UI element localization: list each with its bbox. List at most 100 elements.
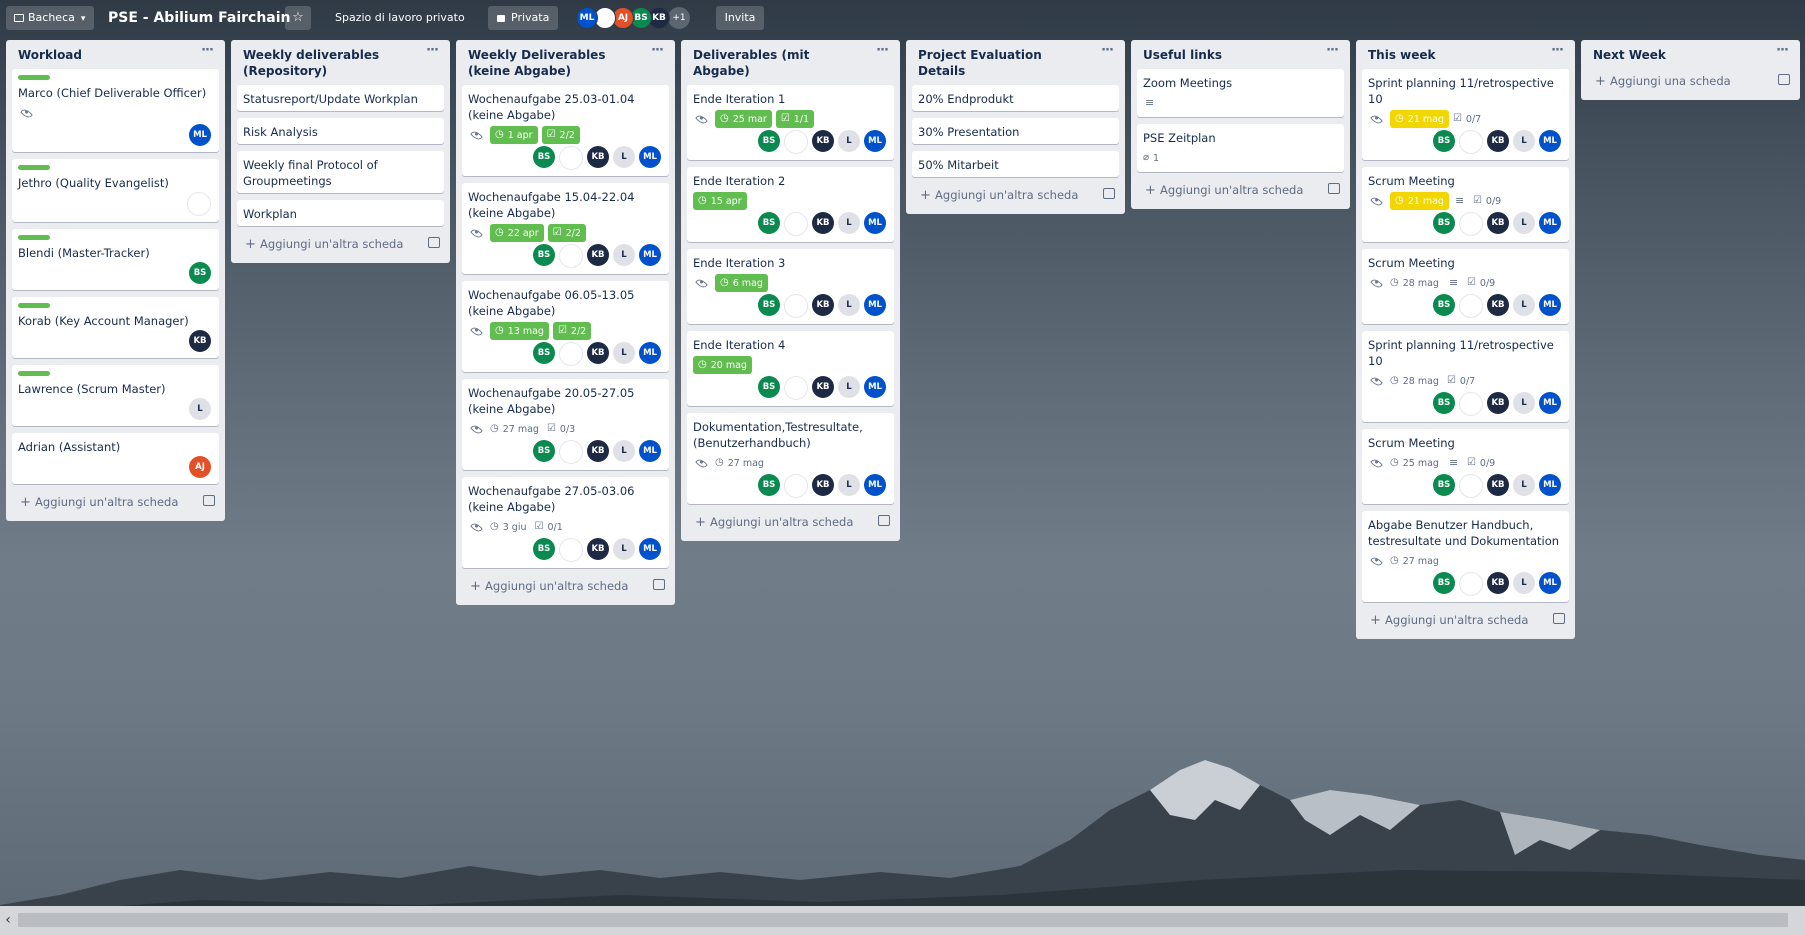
more-icon[interactable]: ··· bbox=[422, 44, 442, 62]
member-avatar[interactable]: ML bbox=[639, 440, 661, 462]
member-avatar[interactable] bbox=[559, 342, 583, 366]
card[interactable]: Dokumentation,Testresultate, (Benutzerha… bbox=[687, 413, 894, 504]
member-avatar[interactable]: KB bbox=[812, 212, 834, 234]
more-icon[interactable]: ··· bbox=[1322, 44, 1342, 62]
card[interactable]: PSE Zeitplan ⌀ 1 bbox=[1137, 124, 1344, 172]
member-avatar[interactable]: AJ bbox=[189, 456, 211, 478]
card[interactable]: Ende Iteration 3 ◷ 6 mag BS KB L ML bbox=[687, 249, 894, 324]
member-avatar[interactable]: L bbox=[838, 130, 860, 152]
card[interactable]: 20% Endprodukt bbox=[912, 85, 1119, 111]
card-template-icon[interactable] bbox=[203, 495, 215, 506]
member-avatar[interactable]: L bbox=[1513, 294, 1535, 316]
member-avatar[interactable]: KB bbox=[1487, 474, 1509, 496]
member-avatar[interactable]: BS bbox=[758, 294, 780, 316]
member-avatar[interactable] bbox=[784, 130, 808, 154]
more-icon[interactable]: ··· bbox=[1772, 44, 1792, 62]
member-avatar[interactable] bbox=[1459, 294, 1483, 318]
member-avatar[interactable]: ML bbox=[864, 474, 886, 496]
list-header[interactable]: Workload ··· bbox=[12, 40, 219, 69]
member-avatar[interactable]: ML bbox=[1539, 474, 1561, 496]
member-avatar[interactable] bbox=[559, 538, 583, 562]
due-date-badge[interactable]: ◷ 27 mag bbox=[490, 420, 539, 438]
card[interactable]: Workplan bbox=[237, 200, 444, 226]
member-avatar[interactable]: ML bbox=[639, 146, 661, 168]
member-avatar[interactable]: ML bbox=[1539, 392, 1561, 414]
card[interactable]: Scrum Meeting ◷ 21 mag ≡ ☑ 0/9 BS KB L ML bbox=[1362, 167, 1569, 242]
due-date-badge[interactable]: ◷ 28 mag bbox=[1390, 372, 1439, 390]
member-avatar[interactable]: ML bbox=[1539, 572, 1561, 594]
member-avatar[interactable]: KB bbox=[812, 294, 834, 316]
add-card-button[interactable]: + Aggiungi un'altra scheda bbox=[237, 233, 444, 255]
card[interactable]: Wochenaufgabe 27.05-03.06 (keine Abgabe)… bbox=[462, 477, 669, 568]
more-icon[interactable]: ··· bbox=[1097, 44, 1117, 62]
card[interactable]: Wochenaufgabe 20.05-27.05 (keine Abgabe)… bbox=[462, 379, 669, 470]
member-avatar[interactable]: BS bbox=[533, 440, 555, 462]
card-label-green[interactable] bbox=[18, 235, 50, 240]
due-date-badge[interactable]: ◷ 22 apr bbox=[490, 224, 544, 242]
member-avatar[interactable]: L bbox=[1513, 572, 1535, 594]
star-button[interactable]: ☆ bbox=[285, 6, 311, 30]
member-avatar[interactable]: L bbox=[838, 212, 860, 234]
member-avatar[interactable]: L bbox=[613, 440, 635, 462]
member-avatar[interactable]: L bbox=[613, 342, 635, 364]
card-label-green[interactable] bbox=[18, 371, 50, 376]
more-members-badge[interactable]: +1 bbox=[668, 7, 690, 29]
card-label-green[interactable] bbox=[18, 165, 50, 170]
member-avatar[interactable]: KB bbox=[1487, 392, 1509, 414]
card-label-green[interactable] bbox=[18, 303, 50, 308]
boards-menu-button[interactable]: Bacheca ▾ bbox=[6, 6, 94, 30]
add-card-button[interactable]: + Aggiungi un'altra scheda bbox=[1362, 609, 1569, 631]
member-avatar[interactable]: BS bbox=[758, 212, 780, 234]
member-avatar[interactable]: KB bbox=[812, 474, 834, 496]
card[interactable]: 50% Mitarbeit bbox=[912, 151, 1119, 177]
member-avatar[interactable]: KB bbox=[1487, 130, 1509, 152]
member-avatar[interactable]: ML bbox=[864, 376, 886, 398]
more-icon[interactable]: ··· bbox=[872, 44, 892, 62]
member-avatar[interactable] bbox=[187, 192, 211, 216]
member-avatar[interactable] bbox=[784, 376, 808, 400]
card-template-icon[interactable] bbox=[1328, 183, 1340, 194]
list-header[interactable]: This week ··· bbox=[1362, 40, 1569, 69]
card-template-icon[interactable] bbox=[1553, 613, 1565, 624]
more-icon[interactable]: ··· bbox=[197, 44, 217, 62]
card[interactable]: Sprint planning 11/retrospective 10 ◷ 21 m… bbox=[1362, 69, 1569, 160]
add-card-button[interactable]: + Aggiungi un'altra scheda bbox=[462, 575, 669, 597]
member-avatar[interactable]: BS bbox=[1433, 130, 1455, 152]
add-card-button[interactable]: + Aggiungi un'altra scheda bbox=[912, 184, 1119, 206]
card[interactable]: Blendi (Master-Tracker) BS bbox=[12, 229, 219, 290]
card[interactable]: Ende Iteration 2 ◷ 15 apr BS KB L ML bbox=[687, 167, 894, 242]
member-avatar[interactable]: KB bbox=[189, 330, 211, 352]
invite-button[interactable]: Invita bbox=[716, 6, 764, 30]
card-template-icon[interactable] bbox=[1103, 188, 1115, 199]
due-date-badge[interactable]: ◷ 1 apr bbox=[490, 126, 538, 144]
member-avatar[interactable]: BS bbox=[758, 130, 780, 152]
visibility-button[interactable]: Privata bbox=[488, 6, 558, 30]
member-avatar[interactable]: L bbox=[189, 398, 211, 420]
member-avatar[interactable]: KB bbox=[812, 130, 834, 152]
member-avatar[interactable]: ML bbox=[1539, 294, 1561, 316]
member-avatar[interactable]: BS bbox=[1433, 572, 1455, 594]
card[interactable]: Scrum Meeting ◷ 25 mag ≡ ☑ 0/9 BS KB L ML bbox=[1362, 429, 1569, 504]
member-avatar[interactable]: ML bbox=[639, 244, 661, 266]
due-date-badge[interactable]: ◷ 21 mag bbox=[1390, 110, 1449, 128]
due-date-badge[interactable]: ◷ 20 mag bbox=[693, 356, 752, 374]
due-date-badge[interactable]: ◷ 27 mag bbox=[715, 454, 764, 472]
member-avatar[interactable]: ML bbox=[864, 294, 886, 316]
member-avatar[interactable]: ML bbox=[1539, 130, 1561, 152]
member-avatar[interactable]: BS bbox=[1433, 392, 1455, 414]
scrollbar-thumb[interactable] bbox=[18, 913, 1788, 927]
member-avatar[interactable]: KB bbox=[812, 376, 834, 398]
member-avatar[interactable]: BS bbox=[1433, 294, 1455, 316]
member-avatar[interactable]: L bbox=[1513, 392, 1535, 414]
member-avatar[interactable]: L bbox=[838, 376, 860, 398]
list-header[interactable]: Next Week ··· bbox=[1587, 40, 1794, 69]
card-template-icon[interactable] bbox=[878, 515, 890, 526]
board-title[interactable]: PSE - Abilium Fairchain bbox=[108, 9, 291, 27]
add-card-button[interactable]: + Aggiungi un'altra scheda bbox=[1137, 179, 1344, 201]
member-avatar[interactable]: L bbox=[613, 538, 635, 560]
card[interactable]: Jethro (Quality Evangelist) bbox=[12, 159, 219, 222]
workspace-button[interactable]: Spazio di lavoro privato bbox=[323, 6, 477, 30]
member-avatar[interactable] bbox=[1459, 130, 1483, 154]
list-header[interactable]: Useful links ··· bbox=[1137, 40, 1344, 69]
member-avatar[interactable]: ML bbox=[1539, 212, 1561, 234]
